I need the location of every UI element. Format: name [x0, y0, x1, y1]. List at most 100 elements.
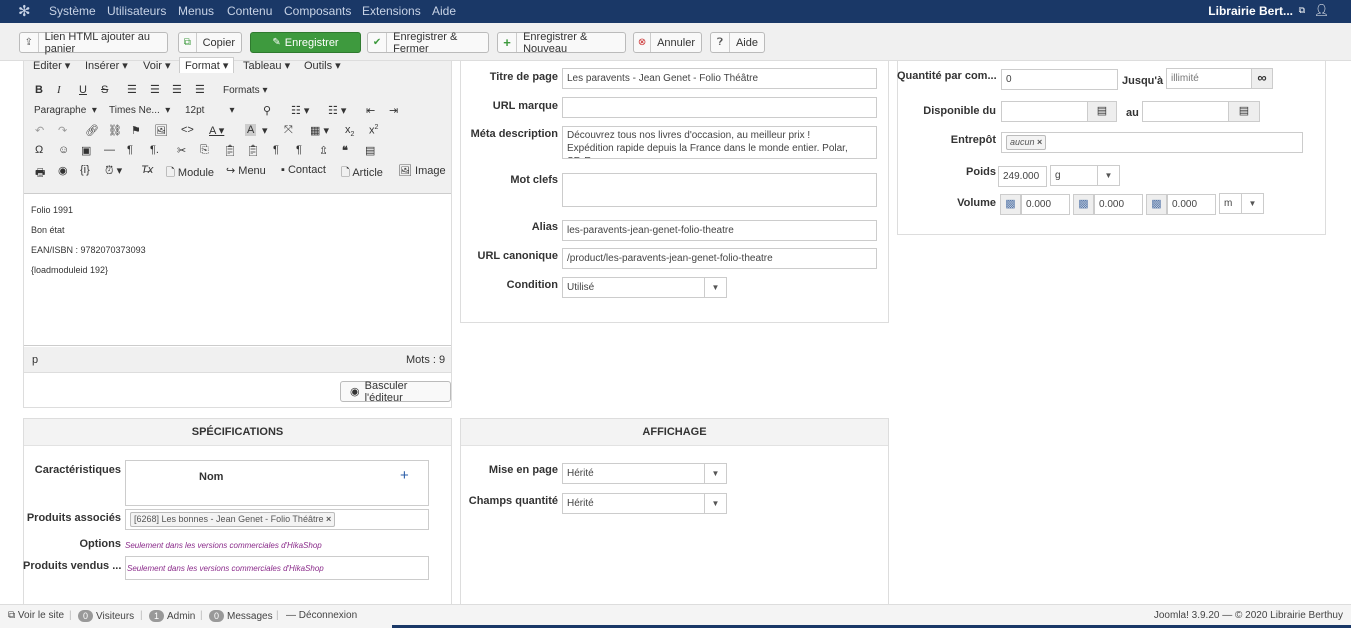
save-button[interactable]: ✎ Enregistrer	[250, 32, 361, 53]
visitors-indicator[interactable]: 0 Visiteurs	[78, 610, 134, 622]
menu-help[interactable]: Aide	[432, 4, 456, 18]
editor-menu-format[interactable]: Format ▾	[179, 57, 235, 73]
link-icon[interactable]: 🔗︎	[85, 124, 99, 137]
copy-doc-icon[interactable]: ⎘	[200, 144, 209, 157]
bold-icon[interactable]: B	[35, 84, 43, 96]
menu-users[interactable]: Utilisateurs	[107, 4, 166, 18]
canonical-url-input[interactable]: /product/les-paravents-jean-genet-folio-…	[562, 248, 877, 269]
weight-input[interactable]: 249.000	[998, 166, 1047, 187]
editor-menu-insert[interactable]: Insérer ▾	[85, 59, 128, 72]
menu-extensions[interactable]: Extensions	[362, 4, 421, 18]
alias-input[interactable]: les-paravents-jean-genet-folio-theatre	[562, 220, 877, 241]
clear-format-icon[interactable]: T̶x	[141, 164, 153, 176]
keywords-textarea[interactable]	[562, 173, 877, 207]
page-title-input[interactable]: Les paravents - Jean Genet - Folio Théât…	[562, 68, 877, 89]
strikethrough-icon[interactable]: S	[101, 84, 108, 96]
font-select[interactable]: Times Ne... ▾	[109, 105, 170, 116]
fullscreen-icon[interactable]: ⤧	[284, 124, 293, 137]
brand-url-input[interactable]	[562, 97, 877, 118]
blockquote-icon[interactable]: ❝	[342, 144, 348, 157]
paste-text-icon[interactable]: 📋︎	[246, 144, 260, 157]
image-icon[interactable]: 🖼︎	[154, 124, 168, 137]
numbered-list-icon[interactable]: ☷ ▾	[328, 104, 346, 117]
special-char-icon[interactable]: Ω	[35, 144, 43, 156]
calendar-button[interactable]: ▤	[1087, 101, 1117, 122]
user-icon[interactable]: 👤︎	[1314, 3, 1329, 17]
visual-chars-icon[interactable]: ¶	[273, 144, 279, 156]
editor-menu-tools[interactable]: Outils ▾	[304, 59, 341, 72]
site-name-link[interactable]: Librairie Bert...	[1208, 4, 1293, 18]
toggle-editor-button[interactable]: ◉ Basculer l'éditeur	[340, 380, 451, 404]
rtl-icon[interactable]: ¶.	[150, 144, 159, 156]
find-icon[interactable]: ⚲	[263, 104, 271, 117]
volume-length-input[interactable]: 0.000	[1021, 194, 1070, 215]
background-color-icon[interactable]: A	[245, 124, 257, 136]
weight-unit-select[interactable]: g ▼	[1050, 165, 1120, 186]
until-input[interactable]: illimité	[1166, 68, 1252, 89]
close-icon[interactable]: ×	[326, 514, 331, 524]
menu-system[interactable]: Système	[49, 4, 96, 18]
table-icon[interactable]: ▦ ▾	[310, 124, 329, 137]
code-icon[interactable]: <>	[181, 124, 194, 136]
available-to-input[interactable]	[1142, 101, 1229, 122]
eye-icon[interactable]: ◉	[58, 164, 68, 177]
menu-menus[interactable]: Menus	[178, 4, 214, 18]
ltr-icon[interactable]: ¶	[127, 144, 133, 156]
template-icon[interactable]: ⇫	[319, 144, 328, 157]
preview-icon[interactable]: ▤	[365, 144, 375, 157]
layout-select[interactable]: Hérité ▼	[562, 463, 727, 484]
anchor-icon[interactable]: ⚑	[131, 124, 141, 137]
formats-dropdown[interactable]: Formats ▾	[223, 85, 267, 96]
align-justify-icon[interactable]: ☰	[195, 83, 205, 96]
calendar-button[interactable]: ▤	[1228, 101, 1260, 122]
print-icon[interactable]: 🖶︎	[35, 164, 45, 183]
subscript-icon[interactable]: x2	[345, 124, 354, 138]
align-center-icon[interactable]: ☰	[150, 83, 160, 96]
logout-link[interactable]: — Déconnexion	[286, 610, 357, 621]
bullet-list-icon[interactable]: ☷ ▾	[291, 104, 309, 117]
condition-select[interactable]: Utilisé ▼	[562, 277, 727, 298]
unlink-icon[interactable]: ⛓︎	[108, 124, 122, 137]
undo-icon[interactable]: ↶	[35, 124, 44, 137]
infinity-button[interactable]: ∞	[1251, 68, 1273, 89]
redo-icon[interactable]: ↷	[58, 124, 67, 137]
horizontal-rule-icon[interactable]: —	[104, 144, 115, 156]
indent-icon[interactable]: ⇥	[389, 104, 398, 117]
close-icon[interactable]: ×	[1037, 137, 1042, 147]
editor-menu-edit[interactable]: Editer ▾	[33, 59, 70, 72]
meta-description-textarea[interactable]: Découvrez tous nos livres d'occasion, au…	[562, 126, 877, 159]
save-close-button[interactable]: ✔ Enregistrer & Fermer	[367, 31, 489, 55]
help-button[interactable]: ❓︎ Aide	[710, 32, 765, 53]
underline-icon[interactable]: U	[79, 84, 87, 96]
image-button[interactable]: 🖼︎ Image	[398, 164, 446, 177]
editor-menu-view[interactable]: Voir ▾	[143, 59, 171, 72]
warehouse-select[interactable]: aucun ×	[1001, 132, 1303, 153]
menu-components[interactable]: Composants	[284, 4, 351, 18]
volume-width-input[interactable]: 0.000	[1094, 194, 1143, 215]
align-left-icon[interactable]: ☰	[127, 83, 137, 96]
article-button[interactable]: 🗋︎ Article	[341, 164, 383, 183]
visual-blocks-icon[interactable]: ¶	[296, 144, 302, 156]
source-code-icon[interactable]: {i}	[80, 164, 90, 176]
emoticon-icon[interactable]: ☺	[58, 144, 69, 156]
related-products-select[interactable]: [6268] Les bonnes - Jean Genet - Folio T…	[125, 509, 429, 530]
available-from-input[interactable]	[1001, 101, 1088, 122]
joomla-logo-icon[interactable]: ✻	[18, 2, 31, 20]
view-site-link[interactable]: ⧉ Voir le site	[8, 610, 64, 621]
paragraph-select[interactable]: Paragraphe ▾	[34, 105, 97, 116]
html-link-button[interactable]: ⇪ Lien HTML ajouter au panier	[19, 31, 168, 55]
align-right-icon[interactable]: ☰	[172, 83, 182, 96]
qty-field-select[interactable]: Hérité ▼	[562, 493, 727, 514]
volume-height-input[interactable]: 0.000	[1167, 194, 1216, 215]
menu-content[interactable]: Contenu	[227, 4, 272, 18]
volume-unit-select[interactable]: m ▼	[1219, 193, 1264, 214]
superscript-icon[interactable]: x2	[369, 124, 378, 137]
messages-indicator[interactable]: 0 Messages	[209, 610, 273, 622]
outdent-icon[interactable]: ⇤	[366, 104, 375, 117]
add-characteristic-button[interactable]: +	[400, 467, 409, 484]
module-button[interactable]: 🗋︎ Module	[166, 164, 214, 183]
italic-icon[interactable]: I	[57, 84, 61, 96]
cancel-button[interactable]: ⊗ Annuler	[633, 32, 702, 53]
qty-per-order-input[interactable]: 0	[1001, 69, 1118, 90]
size-select[interactable]: 12pt ▾	[185, 105, 235, 116]
